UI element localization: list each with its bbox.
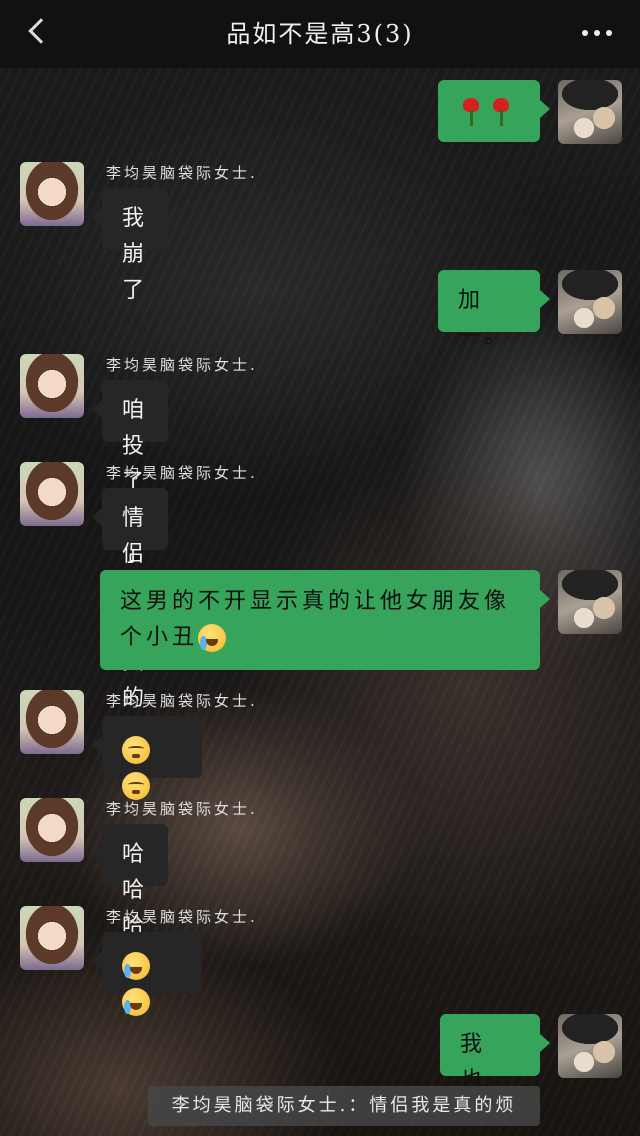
message-bubble[interactable]: 这男的不开显示真的让他女朋友像个小丑 — [100, 570, 550, 670]
friend-avatar[interactable] — [20, 462, 84, 526]
message-text: 这男的不开显示真的让他女朋友像个小丑 — [120, 589, 511, 650]
message-bubble[interactable] — [92, 932, 202, 1016]
unamused-emoji-icon — [122, 772, 150, 800]
latest-message-preview[interactable]: 李均昊脑袋际女士.：情侣我是真的烦 — [148, 1086, 540, 1126]
friend-avatar[interactable] — [20, 906, 84, 970]
message-bubble[interactable]: 我也。 — [440, 1014, 550, 1093]
friend-avatar[interactable] — [20, 798, 84, 862]
laugh-cry-emoji-icon — [122, 988, 150, 1016]
chat-header: 品如不是高3(3) — [0, 0, 640, 68]
chat-title: 品如不是高3(3) — [226, 20, 414, 48]
message-bubble[interactable]: 情侣我是真的烦 — [91, 488, 169, 747]
laugh-cry-emoji-icon — [198, 624, 227, 652]
tulip-emoji-icon — [488, 96, 514, 126]
self-avatar[interactable] — [558, 270, 622, 334]
message-bubble[interactable] — [438, 80, 550, 142]
laugh-cry-emoji-icon — [122, 952, 150, 980]
tulip-emoji-icon — [458, 96, 484, 126]
sender-name: 李均昊脑袋际女士. — [106, 908, 258, 926]
sender-name: 李均昊脑袋际女士. — [106, 800, 258, 818]
message-bubble[interactable]: 加一。 — [438, 270, 550, 349]
self-avatar[interactable] — [558, 1014, 622, 1078]
sender-name: 李均昊脑袋际女士. — [106, 164, 258, 182]
self-avatar[interactable] — [558, 80, 622, 144]
more-options-icon[interactable] — [582, 30, 612, 38]
friend-avatar[interactable] — [20, 162, 84, 226]
message-bubble[interactable]: 哈哈哈 — [91, 824, 169, 939]
self-avatar[interactable] — [558, 570, 622, 634]
sender-name: 李均昊脑袋际女士. — [106, 464, 258, 482]
friend-avatar[interactable] — [20, 690, 84, 754]
unamused-emoji-icon — [122, 736, 150, 764]
message-bubble[interactable]: 咱投了算了 — [91, 380, 169, 567]
friend-avatar[interactable] — [20, 354, 84, 418]
sender-name: 李均昊脑袋际女士. — [106, 692, 258, 710]
message-bubble[interactable]: 我崩了 — [91, 188, 169, 303]
message-bubble[interactable] — [92, 716, 202, 800]
sender-name: 李均昊脑袋际女士. — [106, 356, 258, 374]
